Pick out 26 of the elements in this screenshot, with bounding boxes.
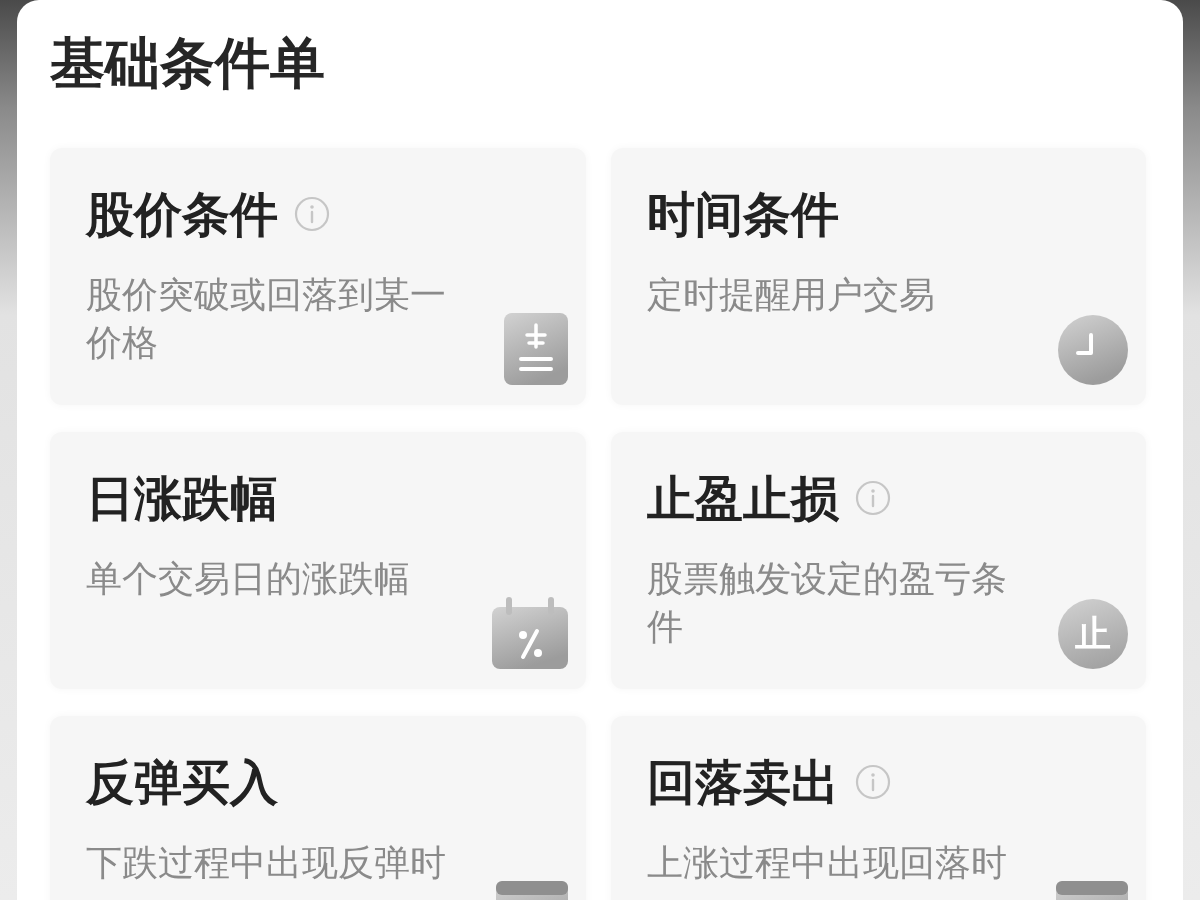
condition-card[interactable]: 时间条件 定时提醒用户交易 xyxy=(610,148,1146,405)
card-description: 股价突破或回落到某一价格 xyxy=(86,273,447,365)
plus-equals-tile-icon xyxy=(503,313,568,385)
card-title: 反弹买入 xyxy=(86,753,278,811)
info-icon[interactable] xyxy=(854,480,891,516)
condition-card[interactable]: 回落卖出 上涨过程中出现回落时 xyxy=(610,716,1146,900)
condition-card[interactable]: 股价条件 股价突破或回落到某一价格 xyxy=(50,148,586,405)
card-description: 定时提醒用户交易 xyxy=(646,273,936,317)
clock-icon xyxy=(1058,315,1128,385)
character-disc-icon: 止 xyxy=(1058,599,1128,669)
card-title: 时间条件 xyxy=(646,185,839,243)
card-title: 回落卖出 xyxy=(646,753,839,811)
card-description: 单个交易日的涨跌幅 xyxy=(86,557,411,601)
info-icon[interactable] xyxy=(294,196,330,232)
condition-card[interactable]: 止盈止损 股票触发设定的盈亏条件 止 xyxy=(610,432,1146,689)
card-description: 股票触发设定的盈亏条件 xyxy=(646,557,1008,649)
card-title: 止盈止损 xyxy=(646,469,839,527)
card-title: 日涨跌幅 xyxy=(86,469,278,527)
sheet-title: 基础条件单 xyxy=(50,30,325,96)
condition-card[interactable]: 反弹买入 下跌过程中出现反弹时 xyxy=(50,716,586,900)
card-description: 下跌过程中出现反弹时 xyxy=(86,841,447,885)
condition-card[interactable]: 日涨跌幅 单个交易日的涨跌幅 xyxy=(50,432,586,689)
card-description: 上涨过程中出现回落时 xyxy=(646,841,1008,885)
card-title: 股价条件 xyxy=(86,185,278,243)
calendar-percent-icon xyxy=(491,597,568,669)
info-icon[interactable] xyxy=(854,764,891,800)
